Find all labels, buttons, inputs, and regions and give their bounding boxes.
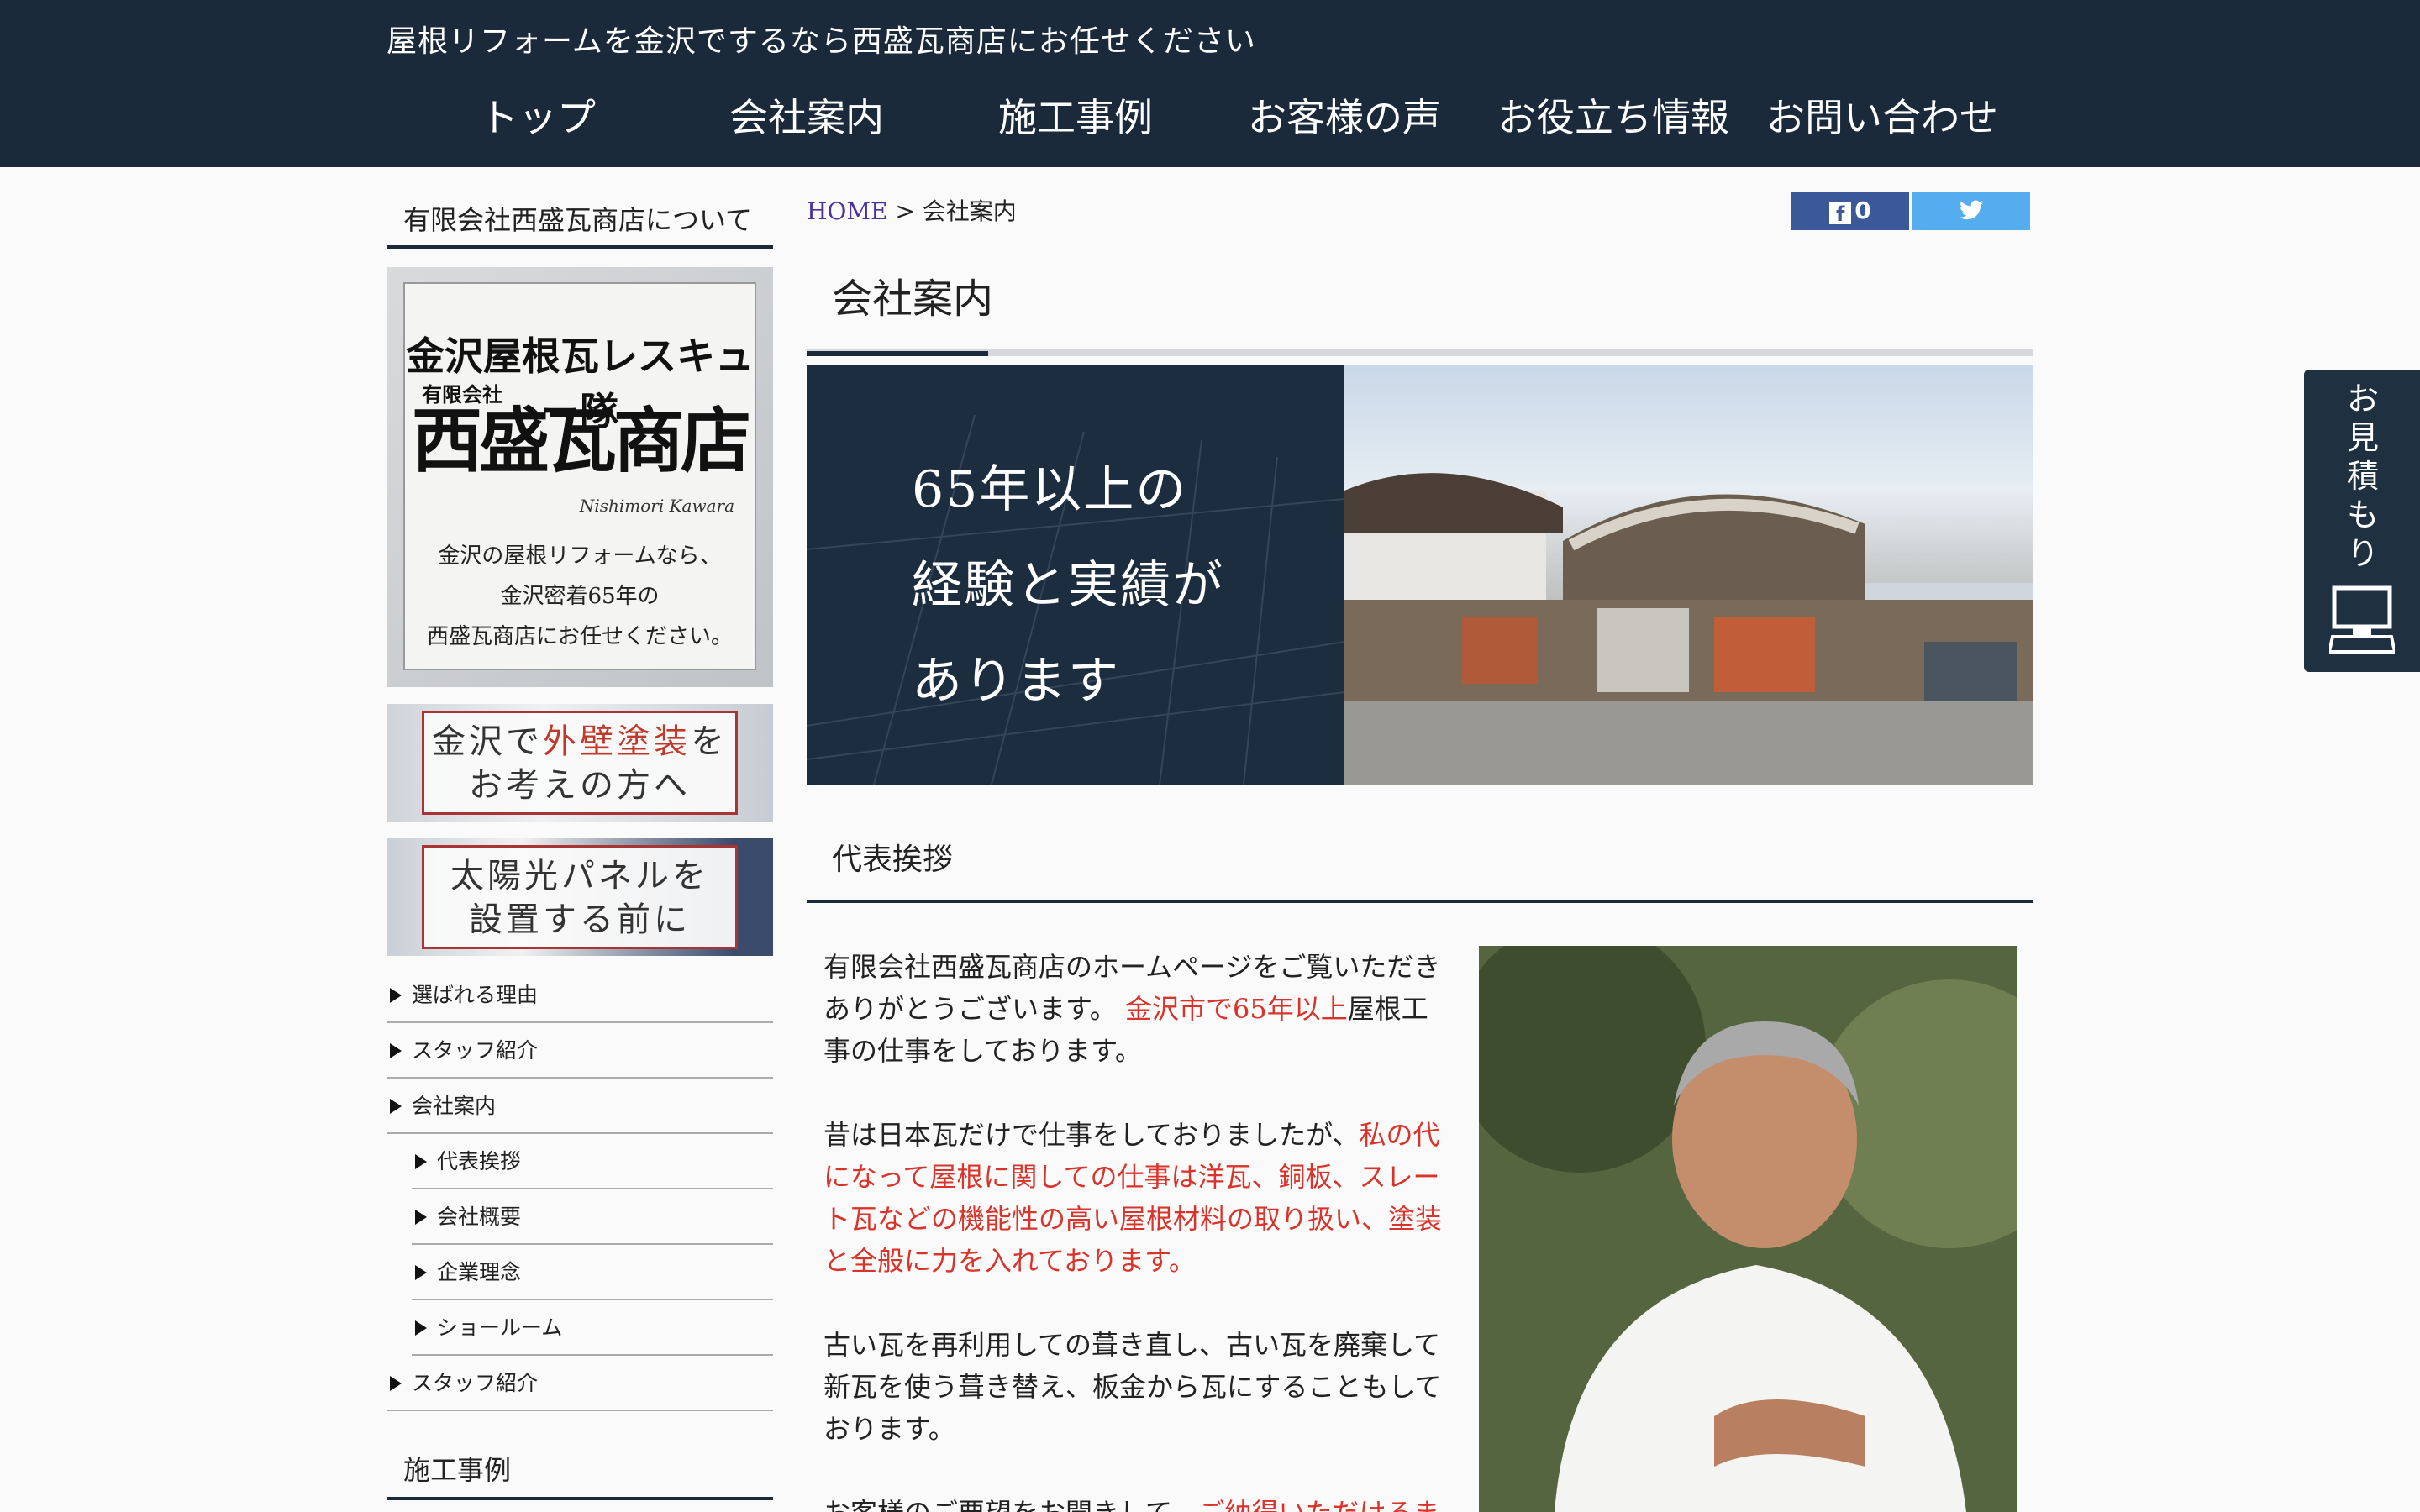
greeting-text: 昔は日本瓦だけで仕事をしておりましたが、 xyxy=(823,1119,1360,1151)
triangle-right-icon xyxy=(390,1376,402,1391)
triangle-right-icon xyxy=(390,1043,402,1058)
sidebar-works-heading: 施工事例 xyxy=(387,1445,773,1500)
sidebar-item-label: 会社案内 xyxy=(412,1094,497,1118)
nav-works[interactable]: 施工事例 xyxy=(941,84,1210,151)
sidebar-item-overview[interactable]: 会社概要 xyxy=(412,1189,773,1245)
facebook-share-count: 0 xyxy=(1854,197,1871,224)
estimate-tab-label: お見積もり xyxy=(2346,381,2379,572)
paint-banner-line2: お考えの方へ xyxy=(469,766,691,805)
nav-info[interactable]: お役立ち情報 xyxy=(1479,84,1748,151)
triangle-right-icon xyxy=(390,1099,402,1114)
solar-banner-line2: 設置する前に xyxy=(469,900,691,939)
section-title-greeting: 代表挨拶 xyxy=(832,843,954,877)
sidebar-menu: 選ばれる理由 スタッフ紹介 会社案内 代表挨拶 会社概要 企業理念 ショールーム… xyxy=(387,968,773,1411)
twitter-icon xyxy=(1960,200,1983,220)
breadcrumb-home[interactable]: HOME xyxy=(807,197,887,225)
sidebar-item-philosophy[interactable]: 企業理念 xyxy=(412,1245,773,1300)
site-header: 屋根リフォームを金沢でするなら西盛瓦商店にお任せください トップ 会社案内 施工… xyxy=(0,0,2420,167)
paint-banner-line1: 金沢で外壁塗装を xyxy=(424,720,735,764)
section-divider xyxy=(807,900,2033,903)
rescue-banner-frame: 金沢屋根瓦レスキュー隊 有限会社 西盛瓦商店 Nishimori Kawara … xyxy=(403,282,756,670)
page-title: 会社案内 xyxy=(832,276,994,323)
global-nav: トップ 会社案内 施工事例 お客様の声 お役立ち情報 お問い合わせ xyxy=(403,84,2017,151)
sidebar-item-showroom[interactable]: ショールーム xyxy=(412,1300,773,1356)
site-tagline: 屋根リフォームを金沢でするなら西盛瓦商店にお任せください xyxy=(387,24,1256,59)
breadcrumb: HOME > 会社案内 xyxy=(807,193,1017,227)
paint-banner[interactable]: 金沢で外壁塗装を お考えの方へ xyxy=(387,704,773,822)
rescue-banner-desc: 金沢の屋根リフォームなら、 金沢密着65年の 西盛瓦商店にお任せください。 xyxy=(405,536,755,657)
triangle-right-icon xyxy=(415,1210,427,1225)
sidebar-item-label: スタッフ紹介 xyxy=(412,1371,539,1395)
rescue-banner-desc-line: 金沢密着65年の xyxy=(500,584,660,609)
hero-banner: 65年以上の 経験と実績が あります xyxy=(807,365,2033,785)
hero-line: 経験と実績が xyxy=(912,556,1224,615)
solar-banner[interactable]: 太陽光パネルを 設置する前に xyxy=(387,838,773,956)
rescue-banner[interactable]: 金沢屋根瓦レスキュー隊 有限会社 西盛瓦商店 Nishimori Kawara … xyxy=(387,267,773,687)
representative-figure xyxy=(1479,946,2017,1512)
greeting-paragraph-1: 有限会社西盛瓦商店のホームページをご覧いただきありがとうございます。 金沢市で6… xyxy=(823,946,1445,1072)
paint-banner-text: を xyxy=(691,722,728,761)
hero-line: 65年以上の xyxy=(912,460,1188,519)
sidebar-item-greeting[interactable]: 代表挨拶 xyxy=(412,1134,773,1189)
sidebar-item-staff-2[interactable]: スタッフ紹介 xyxy=(387,1356,773,1411)
paint-banner-highlight: 外壁塗装 xyxy=(543,722,691,761)
greeting-paragraph-2: 昔は日本瓦だけで仕事をしておりましたが、私の代になって屋根に関しての仕事は洋瓦、… xyxy=(823,1114,1445,1282)
breadcrumb-current: 会社案内 xyxy=(922,197,1017,225)
sidebar-item-label: 会社概要 xyxy=(437,1205,522,1229)
solar-banner-line1: 太陽光パネルを xyxy=(450,857,709,895)
paint-banner-text: 金沢で xyxy=(432,722,543,761)
nav-contact[interactable]: お問い合わせ xyxy=(1748,84,2017,151)
sidebar-item-label: 選ばれる理由 xyxy=(412,983,539,1007)
greeting-paragraph-4: お客様のご要望をお聞きして、ご納得いただけるま xyxy=(823,1492,1445,1512)
sidebar-item-label: 企業理念 xyxy=(437,1260,522,1284)
greeting-paragraph-3: 古い瓦を再利用しての葺き直し、古い瓦を廃棄して新瓦を使う葺き替え、板金から瓦にす… xyxy=(823,1329,1442,1445)
triangle-right-icon xyxy=(415,1265,427,1280)
title-divider xyxy=(807,349,2033,356)
facebook-share-button[interactable]: f0 xyxy=(1791,192,1909,230)
estimate-side-tab[interactable]: お見積もり xyxy=(2304,370,2420,672)
hero-text: 65年以上の 経験と実績が あります xyxy=(912,442,1224,729)
hero-text-panel: 65年以上の 経験と実績が あります xyxy=(807,365,1344,785)
nav-top[interactable]: トップ xyxy=(403,84,672,151)
triangle-right-icon xyxy=(390,988,402,1003)
hero-photo-warehouse xyxy=(1344,473,2033,785)
hero-photo xyxy=(1344,365,2033,785)
sidebar-item-staff[interactable]: スタッフ紹介 xyxy=(387,1023,773,1079)
solar-banner-box: 太陽光パネルを 設置する前に xyxy=(422,845,738,949)
hero-line: あります xyxy=(912,652,1120,711)
nav-voice[interactable]: お客様の声 xyxy=(1210,84,1479,151)
triangle-right-icon xyxy=(415,1320,427,1336)
sidebar-item-label: ショールーム xyxy=(437,1315,563,1340)
sidebar-about-heading: 有限会社西盛瓦商店について xyxy=(387,198,773,249)
paint-banner-box: 金沢で外壁塗装を お考えの方へ xyxy=(422,711,738,815)
rescue-banner-name: 西盛瓦商店 xyxy=(411,399,751,482)
breadcrumb-separator: > xyxy=(895,197,915,225)
greeting-text: お客様のご要望をお聞きして、 xyxy=(823,1497,1197,1512)
sidebar-item-label: スタッフ紹介 xyxy=(412,1038,539,1063)
rescue-banner-desc-line: 金沢の屋根リフォームなら、 xyxy=(438,543,722,569)
triangle-right-icon xyxy=(415,1154,427,1169)
rescue-banner-desc-line: 西盛瓦商店にお任せください。 xyxy=(426,624,733,649)
sidebar-item-label: 代表挨拶 xyxy=(437,1149,522,1173)
greeting-highlight: 金沢市で65年以上 xyxy=(1124,993,1348,1025)
nav-company[interactable]: 会社案内 xyxy=(672,84,941,151)
twitter-share-button[interactable] xyxy=(1912,192,2030,230)
computer-icon xyxy=(2329,585,2395,654)
facebook-icon: f xyxy=(1829,202,1852,226)
sidebar-item-company[interactable]: 会社案内 xyxy=(387,1079,773,1134)
sidebar-item-reasons[interactable]: 選ばれる理由 xyxy=(387,968,773,1023)
representative-photo xyxy=(1479,946,2017,1512)
greeting-highlight: ご納得いただけるま xyxy=(1197,1497,1439,1512)
rescue-banner-signature: Nishimori Kawara xyxy=(579,496,734,516)
title-divider-accent xyxy=(807,351,988,356)
